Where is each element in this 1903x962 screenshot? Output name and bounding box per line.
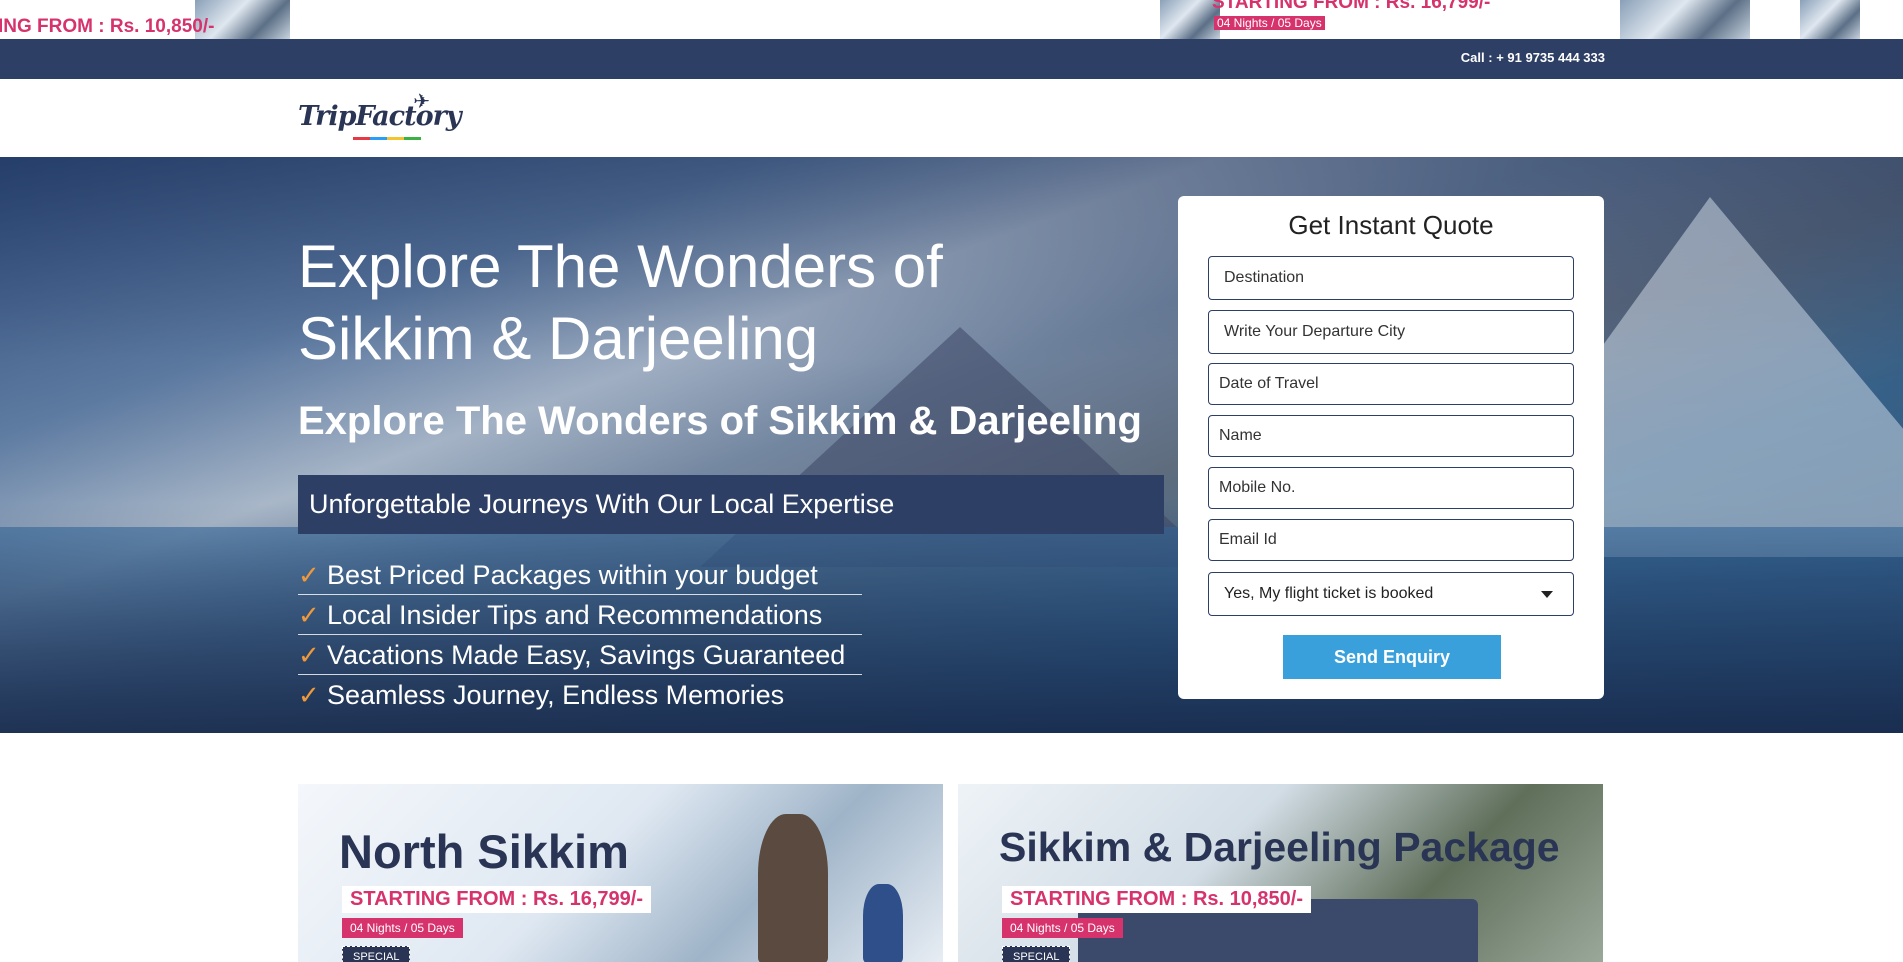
package-card-sikkim-darjeeling[interactable]: Sikkim & Darjeeling Package STARTING FRO…	[958, 784, 1603, 962]
traveler-figure	[758, 814, 828, 962]
feature-list: ✓ Best Priced Packages within your budge…	[298, 555, 862, 715]
mobile-input[interactable]	[1208, 467, 1574, 509]
hero-bg-lake	[0, 527, 1903, 733]
package-title: North Sikkim	[339, 825, 629, 878]
guide-figure	[863, 884, 903, 962]
package-special-badge: SPECIAL	[342, 946, 411, 962]
logo-color-bar	[353, 137, 421, 140]
package-price: STARTING FROM : Rs. 16,799/-	[342, 886, 652, 913]
hero-tagline-banner: Unforgettable Journeys With Our Local Ex…	[298, 475, 1164, 534]
site-header: TripFactory ✈	[0, 79, 1903, 157]
top-strip-banner: ING FROM : Rs. 10,850/- STARTING FROM : …	[0, 0, 1903, 39]
caret-down-icon	[1541, 591, 1553, 598]
feature-item: ✓ Seamless Journey, Endless Memories	[298, 675, 862, 715]
destination-input[interactable]	[1208, 256, 1574, 300]
feature-text: Local Insider Tips and Recommendations	[327, 600, 823, 630]
check-icon: ✓	[298, 680, 320, 710]
travel-date-input[interactable]	[1208, 363, 1574, 405]
tripfactory-logo[interactable]: TripFactory ✈	[298, 89, 462, 145]
call-bar: Call : + 91 9735 444 333	[0, 39, 1903, 79]
feature-text: Vacations Made Easy, Savings Guaranteed	[327, 640, 846, 670]
logo-text: TripFactory	[298, 101, 462, 132]
flight-status-value: Yes, My flight ticket is booked	[1224, 585, 1434, 602]
strip-image-mid	[1160, 0, 1220, 39]
departure-city-input[interactable]	[1208, 310, 1574, 354]
hero-title: Explore The Wonders of Sikkim & Darjeeli…	[298, 233, 943, 372]
package-special-badge: SPECIAL	[1002, 946, 1071, 962]
flight-status-select[interactable]: Yes, My flight ticket is booked	[1208, 572, 1574, 616]
hero-subtitle: Explore The Wonders of Sikkim & Darjeeli…	[298, 399, 1142, 443]
check-icon: ✓	[298, 640, 320, 670]
call-phone-link[interactable]: Call : + 91 9735 444 333	[1461, 50, 1605, 65]
hero-section: Explore The Wonders of Sikkim & Darjeeli…	[0, 157, 1903, 733]
landing-page: ING FROM : Rs. 10,850/- STARTING FROM : …	[0, 0, 1903, 962]
quote-form-card: Get Instant Quote Yes, My flight ticket …	[1178, 196, 1604, 699]
send-enquiry-button[interactable]: Send Enquiry	[1283, 635, 1501, 679]
feature-item: ✓ Best Priced Packages within your budge…	[298, 555, 862, 595]
package-card-north-sikkim[interactable]: North Sikkim STARTING FROM : Rs. 16,799/…	[298, 784, 943, 962]
strip-duration-tag: 04 Nights / 05 Days	[1214, 16, 1325, 30]
strip-image-right	[1620, 0, 1750, 39]
feature-text: Best Priced Packages within your budget	[327, 560, 818, 590]
feature-item: ✓ Local Insider Tips and Recommendations	[298, 595, 862, 635]
plane-icon: ✈	[413, 91, 430, 113]
strip-price-left: ING FROM : Rs. 10,850/-	[0, 16, 215, 37]
package-duration-badge: 04 Nights / 05 Days	[342, 918, 463, 938]
check-icon: ✓	[298, 560, 320, 590]
package-price: STARTING FROM : Rs. 10,850/-	[1002, 886, 1312, 913]
feature-item: ✓ Vacations Made Easy, Savings Guarantee…	[298, 635, 862, 675]
email-input[interactable]	[1208, 519, 1574, 561]
package-duration-badge: 04 Nights / 05 Days	[1002, 918, 1123, 938]
quote-form-title: Get Instant Quote	[1288, 210, 1494, 240]
strip-price-right: STARTING FROM : Rs. 16,799/-	[1212, 0, 1491, 13]
check-icon: ✓	[298, 600, 320, 630]
package-title: Sikkim & Darjeeling Package	[999, 824, 1560, 870]
feature-text: Seamless Journey, Endless Memories	[327, 680, 785, 710]
strip-image-far-right	[1800, 0, 1860, 39]
name-input[interactable]	[1208, 415, 1574, 457]
